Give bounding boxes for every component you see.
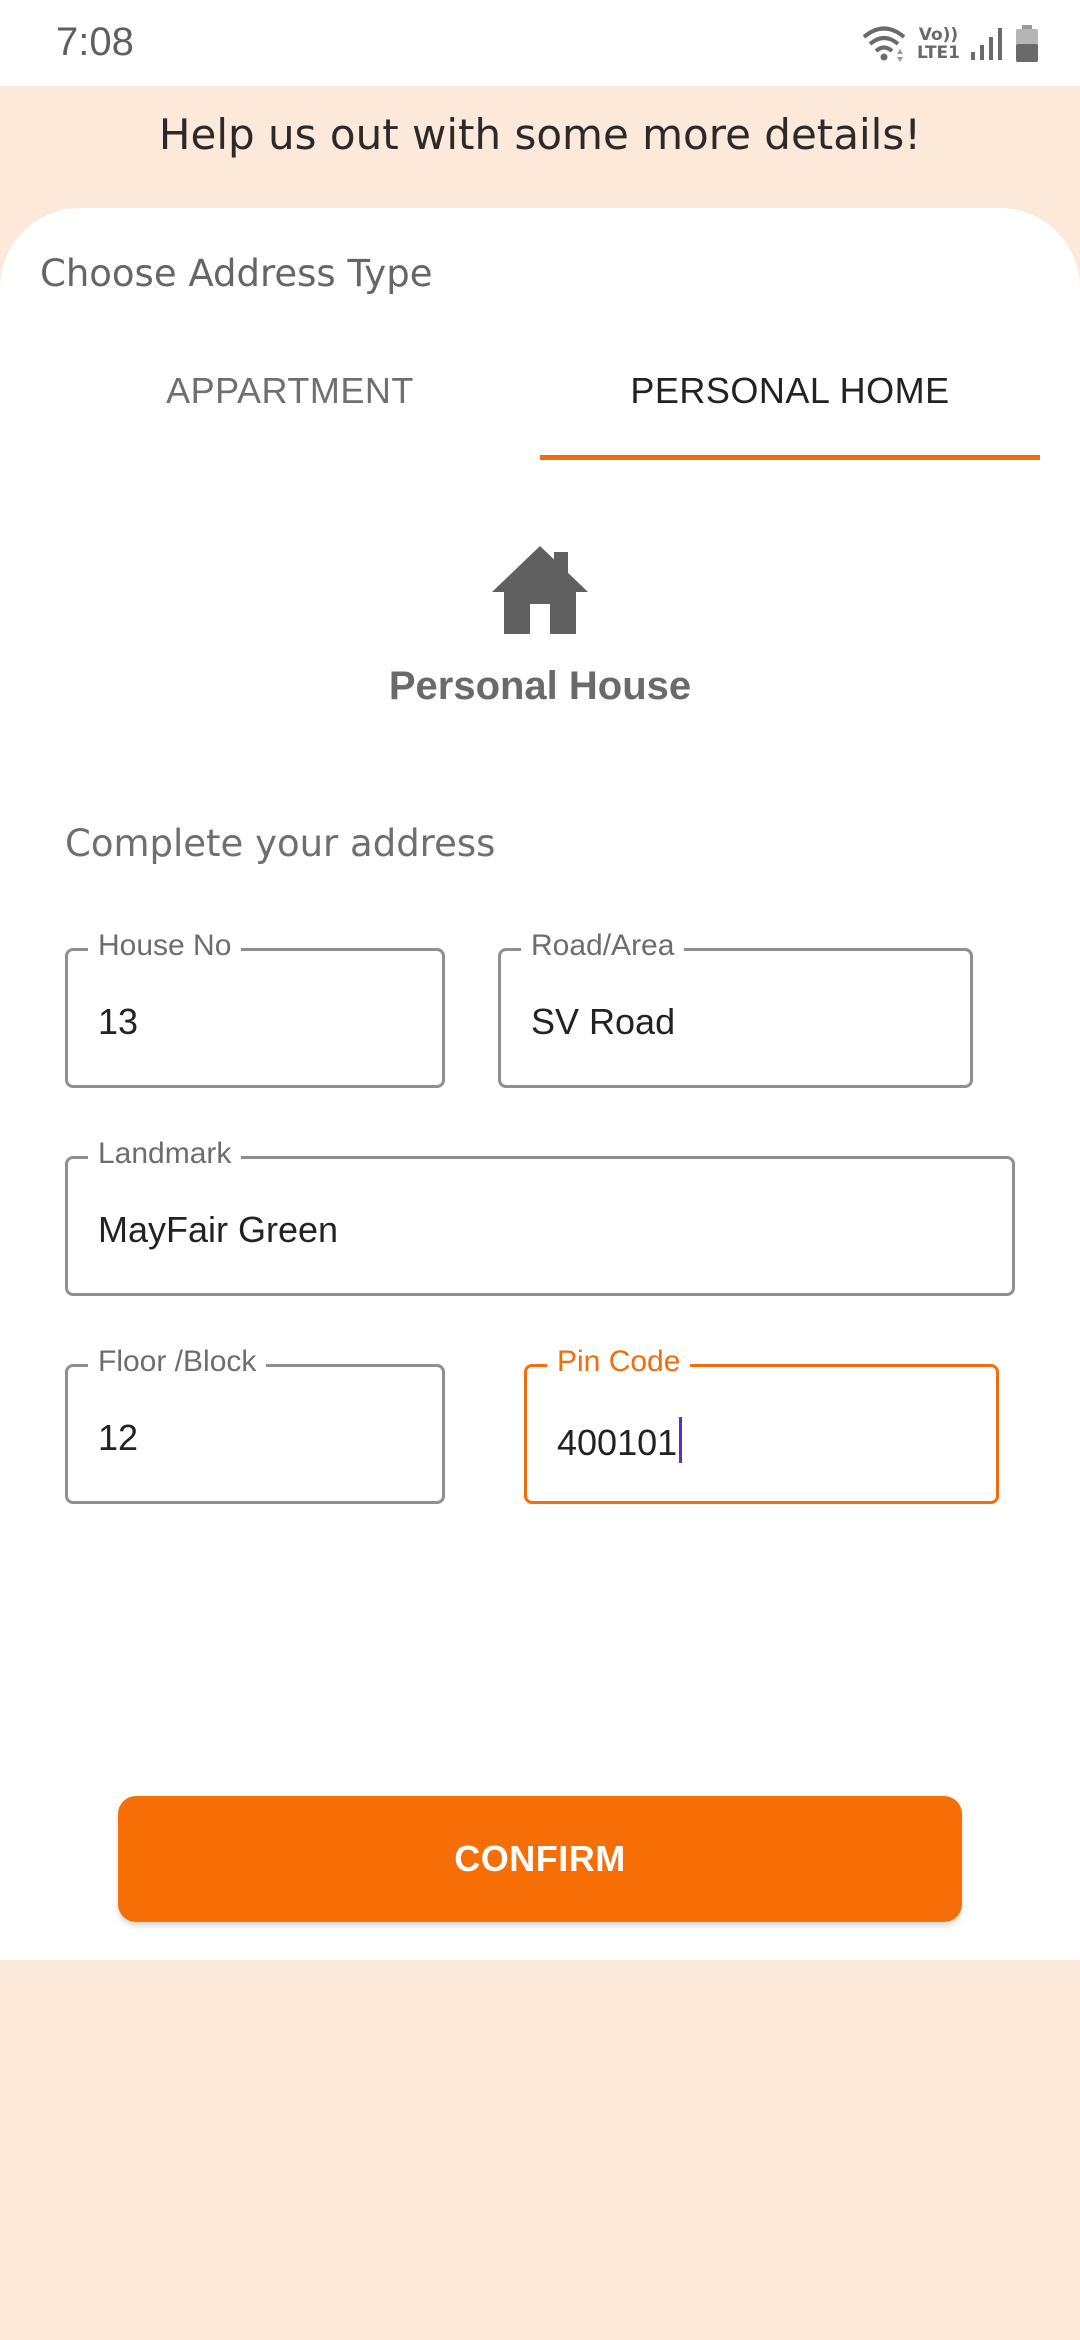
pin-code-value: 400101	[557, 1422, 678, 1463]
pin-code-field[interactable]: Pin Code 400101	[524, 1345, 999, 1504]
landmark-field[interactable]: Landmark MayFair Green	[65, 1137, 1015, 1296]
status-icons: Vo)) LTE1	[861, 22, 1040, 66]
landmark-label: Landmark	[88, 1137, 242, 1171]
address-type-label: Choose Address Type	[40, 252, 433, 295]
confirm-button[interactable]: CONFIRM	[118, 1796, 962, 1922]
volte-label: Vo))	[918, 25, 959, 45]
house-no-label: House No	[88, 929, 242, 963]
complete-address-title: Complete your address	[65, 822, 496, 865]
pin-code-input[interactable]: 400101	[557, 1417, 683, 1464]
status-time: 7:08	[56, 20, 134, 64]
status-bar: 7:08 Vo)) LTE1	[0, 0, 1080, 86]
floor-block-label: Floor /Block	[88, 1345, 267, 1379]
address-type-caption: Personal House	[388, 664, 692, 708]
house-no-field[interactable]: House No 13	[65, 929, 445, 1088]
house-icon	[492, 546, 588, 634]
signal-icon	[971, 28, 1002, 60]
road-area-label: Road/Area	[521, 929, 685, 963]
road-area-field[interactable]: Road/Area SV Road	[498, 929, 973, 1088]
tab-indicator	[540, 455, 1040, 460]
floor-block-value: 12	[98, 1417, 139, 1458]
lte-label: LTE1	[916, 43, 960, 63]
house-no-value: 13	[98, 1001, 139, 1042]
text-cursor	[679, 1417, 683, 1463]
road-area-value: SV Road	[531, 1001, 676, 1042]
tab-appartment[interactable]: APPARTMENT	[40, 370, 540, 430]
wifi-icon	[862, 26, 906, 62]
landmark-value: MayFair Green	[98, 1209, 339, 1250]
volte-indicator: Vo)) LTE1	[917, 26, 960, 62]
battery-icon	[1016, 25, 1038, 62]
page-title: Help us out with some more details!	[158, 110, 922, 159]
floor-block-field[interactable]: Floor /Block 12	[65, 1345, 445, 1504]
tab-personal-home[interactable]: PERSONAL HOME	[540, 370, 1040, 430]
pin-code-label: Pin Code	[547, 1345, 691, 1379]
